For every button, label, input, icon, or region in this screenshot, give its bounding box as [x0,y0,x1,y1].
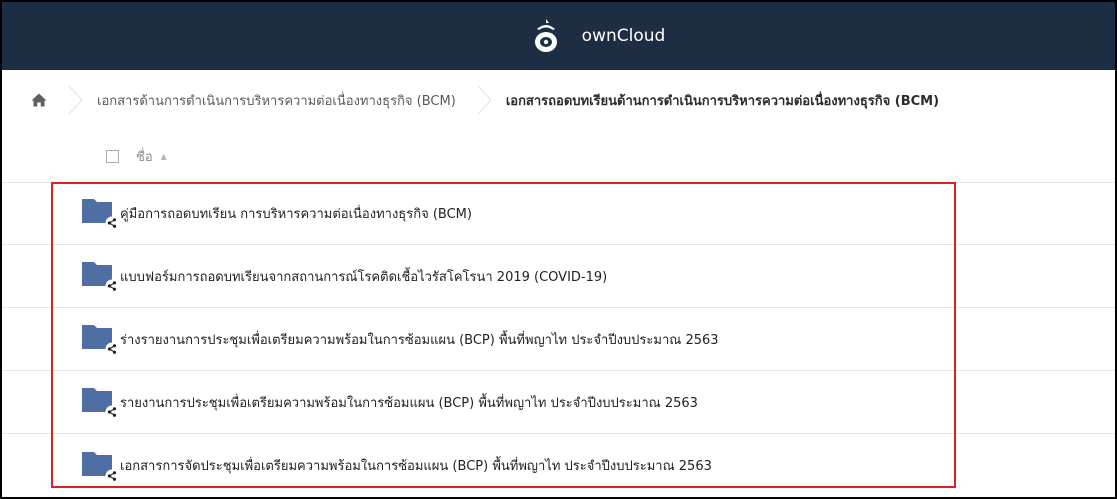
shared-folder-icon [82,325,118,356]
file-list-header: ชื่อ ▲ [2,130,1115,183]
file-name[interactable]: เอกสารการจัดประชุมเพื่อเตรียมความพร้อมใน… [120,455,712,476]
breadcrumb-item-bcm[interactable]: เอกสารด้านการดำเนินการบริหารความต่อเนื่อ… [97,90,456,111]
app-name: ownCloud [581,26,666,46]
file-name[interactable]: แบบฟอร์มการถอดบทเรียนจากสถานการณ์โรคติดเ… [120,266,607,287]
file-name[interactable]: คู่มือการถอดบทเรียน การบริหารความต่อเนื่… [120,203,472,224]
sort-ascending-icon[interactable]: ▲ [161,152,167,161]
shared-folder-icon [82,199,118,230]
file-row[interactable]: ร่างรายงานการประชุมเพื่อเตรียมความพร้อมใ… [2,308,1115,371]
owncloud-logo[interactable]: ownCloud [532,18,666,54]
file-row[interactable]: คู่มือการถอดบทเรียน การบริหารความต่อเนื่… [2,182,1115,245]
shared-folder-icon [82,262,118,293]
shared-folder-icon [82,388,118,419]
breadcrumb-separator-icon [477,85,492,115]
breadcrumb: เอกสารด้านการดำเนินการบริหารความต่อเนื่อ… [2,70,1115,130]
name-column-header[interactable]: ชื่อ [136,146,153,167]
owncloud-window: ownCloud เอกสารด้านการดำเนินการบริหารควา… [0,0,1117,499]
file-name[interactable]: รายงานการประชุมเพื่อเตรียมความพร้อมในการ… [120,392,698,413]
owncloud-logo-icon [534,19,557,52]
file-row[interactable]: รายงานการประชุมเพื่อเตรียมความพร้อมในการ… [2,371,1115,434]
select-all-checkbox[interactable] [106,149,119,163]
file-list: คู่มือการถอดบทเรียน การบริหารความต่อเนื่… [2,182,1115,497]
home-icon[interactable] [31,92,47,108]
file-row[interactable]: เอกสารการจัดประชุมเพื่อเตรียมความพร้อมใน… [2,434,1115,497]
shared-folder-icon [82,451,118,482]
file-name[interactable]: ร่างรายงานการประชุมเพื่อเตรียมความพร้อมใ… [120,329,719,350]
breadcrumb-current[interactable]: เอกสารถอดบทเรียนด้านการดำเนินการบริหารคว… [506,90,939,111]
file-row[interactable]: แบบฟอร์มการถอดบทเรียนจากสถานการณ์โรคติดเ… [2,245,1115,308]
breadcrumb-separator-icon [68,85,83,115]
top-bar: ownCloud [2,2,1115,70]
